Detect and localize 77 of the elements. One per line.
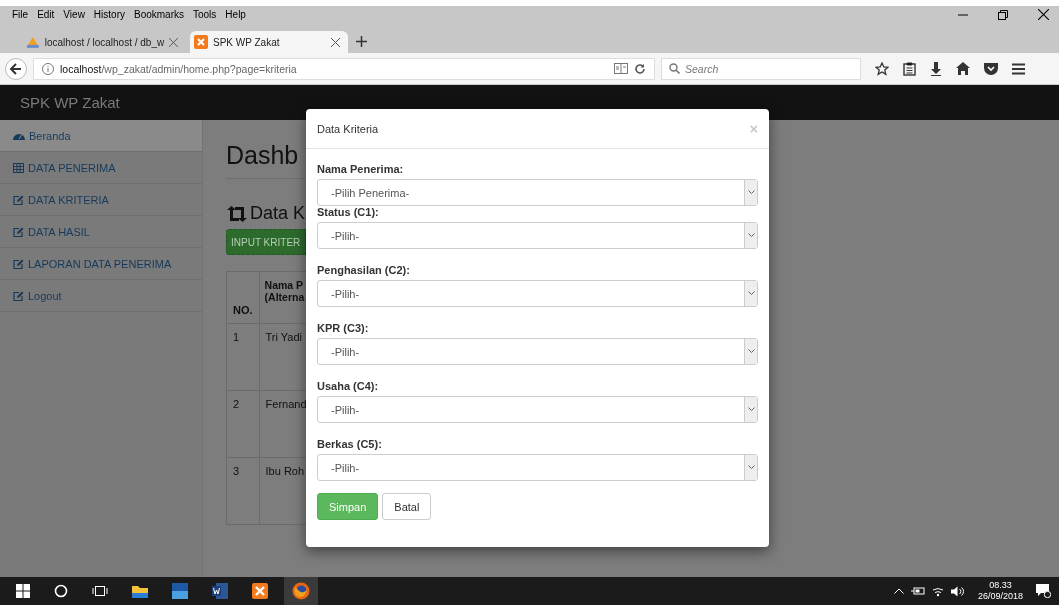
table-cell: 2	[226, 390, 260, 458]
app-brand[interactable]: SPK WP Zakat	[20, 94, 120, 111]
field-label: Penghasilan (C2):	[317, 264, 410, 276]
new-tab-icon[interactable]	[356, 36, 367, 47]
browser-tab[interactable]: SPK WP Zakat	[190, 31, 348, 53]
close-tab-icon[interactable]	[331, 37, 340, 47]
battery-icon[interactable]	[910, 586, 925, 596]
retweet-icon	[226, 205, 248, 222]
section-title: Data K	[250, 203, 306, 224]
modal-title: Data Kriteria	[317, 122, 379, 135]
back-icon[interactable]	[5, 57, 27, 80]
home-icon[interactable]	[956, 62, 970, 75]
field-label: Status (C1):	[317, 206, 379, 218]
input-criteria-button[interactable]: INPUT KRITER	[226, 229, 306, 255]
close-icon[interactable]	[1038, 9, 1049, 20]
task-view-icon[interactable]	[92, 585, 108, 597]
dev-app-icon[interactable]	[172, 583, 188, 599]
table-cell: 1	[226, 323, 260, 391]
caret-icon	[747, 407, 755, 412]
table-cell: 3	[226, 457, 260, 525]
search-field[interactable]: Search	[661, 57, 861, 80]
clipboard-icon[interactable]	[903, 61, 916, 76]
clock-time[interactable]: 08.33	[989, 580, 1012, 591]
menu-item[interactable]: View	[63, 9, 85, 20]
volume-icon[interactable]	[950, 585, 965, 597]
caret-icon	[747, 291, 755, 296]
menu-item[interactable]: History	[93, 9, 125, 20]
field-label: Usaha (C4):	[317, 380, 379, 392]
address-field[interactable]: localhost/wp_zakat/admin/home.php?page=kriteria	[33, 57, 655, 80]
menu-item[interactable]: Help	[225, 9, 246, 20]
restore-icon[interactable]	[998, 9, 1008, 20]
menu-item[interactable]: Edit	[37, 9, 55, 20]
reader-view-icon[interactable]	[614, 63, 628, 74]
menu-item[interactable]: Tools	[193, 9, 217, 20]
edit-icon	[13, 194, 24, 205]
notification-icon[interactable]	[1036, 584, 1051, 598]
favicon-icon	[194, 35, 208, 49]
folder-icon[interactable]	[132, 584, 148, 598]
search-icon	[669, 63, 680, 74]
pocket-icon[interactable]	[984, 62, 998, 75]
xampp-icon[interactable]	[252, 583, 268, 599]
word-icon[interactable]	[212, 583, 228, 599]
clock-date[interactable]: 26/09/2018	[977, 591, 1023, 602]
firefox-icon[interactable]	[292, 582, 310, 600]
bookmark-star-icon[interactable]	[875, 61, 889, 76]
wifi-icon[interactable]	[931, 585, 944, 597]
close-tab-icon[interactable]	[169, 37, 178, 47]
select-field[interactable]: -Pilih-	[317, 280, 758, 307]
download-icon[interactable]	[930, 61, 942, 76]
caret-icon	[747, 190, 755, 195]
select-field[interactable]: -Pilih-	[317, 222, 758, 249]
cancel-button[interactable]: Batal	[382, 493, 432, 520]
menu-item[interactable]: File	[12, 9, 29, 20]
reload-icon[interactable]	[634, 62, 646, 75]
field-label: Nama Penerima:	[317, 163, 404, 175]
menu-icon[interactable]	[1012, 62, 1025, 75]
caret-icon	[747, 233, 755, 238]
column-header: NO.	[226, 271, 260, 324]
windows-start-icon[interactable]	[16, 584, 30, 598]
caret-icon	[747, 349, 755, 354]
edit-icon	[13, 290, 24, 301]
table-icon	[13, 162, 24, 173]
favicon-icon	[26, 35, 40, 49]
caret-icon	[747, 465, 755, 470]
search-circle-icon[interactable]	[54, 584, 68, 598]
edit-icon	[13, 258, 24, 269]
select-field[interactable]: -Pilih Penerima-	[317, 179, 758, 206]
page-heading: Dashb	[226, 141, 300, 170]
select-field[interactable]: -Pilih-	[317, 454, 758, 481]
select-field[interactable]: -Pilih-	[317, 338, 758, 365]
menu-item[interactable]: Bookmarks	[134, 9, 184, 20]
info-icon[interactable]	[42, 62, 54, 75]
caret-up-icon[interactable]	[893, 588, 904, 594]
field-label: Berkas (C5):	[317, 438, 382, 450]
field-label: KPR (C3):	[317, 322, 369, 334]
select-field[interactable]: -Pilih-	[317, 396, 758, 423]
edit-icon	[13, 226, 24, 237]
